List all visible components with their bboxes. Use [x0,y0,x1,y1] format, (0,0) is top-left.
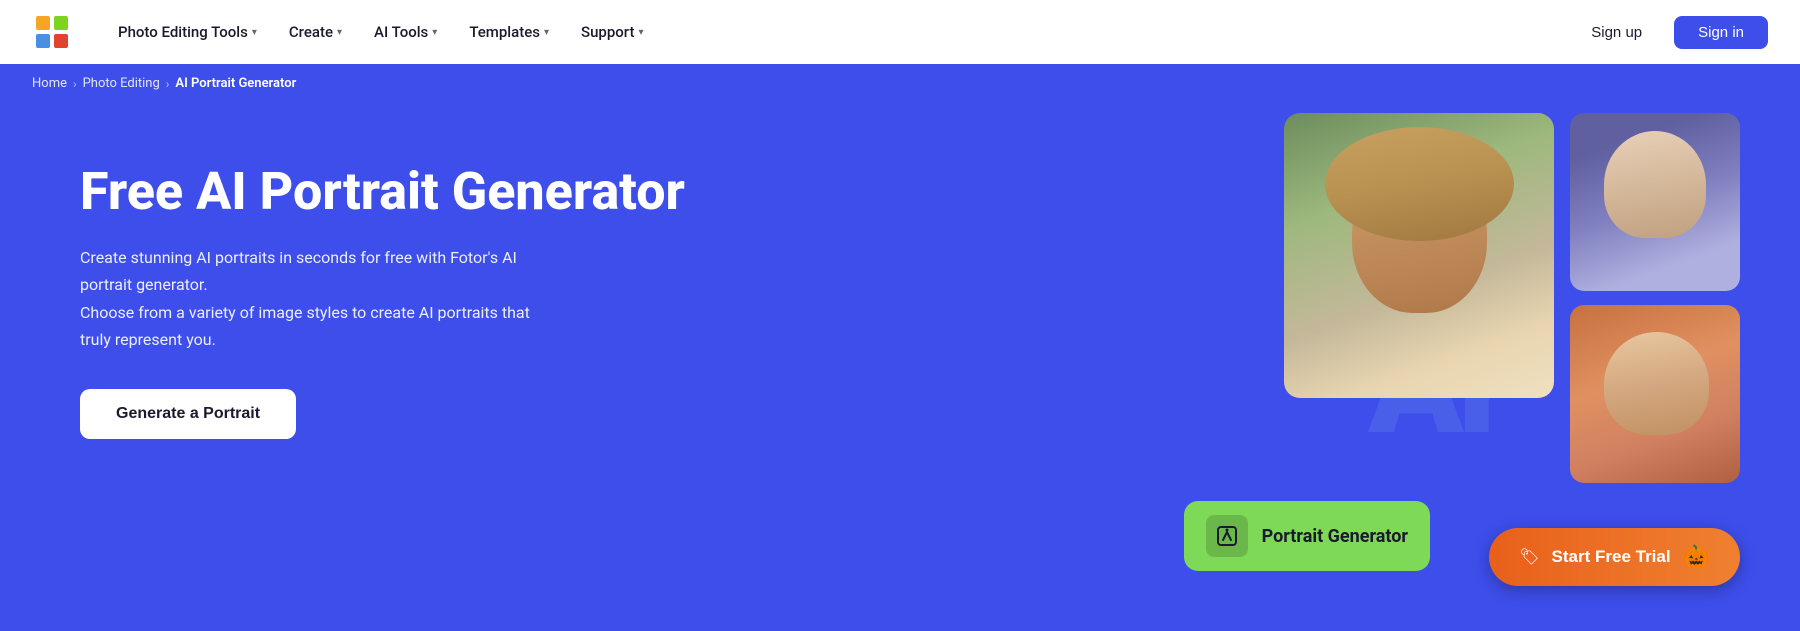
hero-image-main [1284,113,1554,398]
trial-button-emoji: 🎃 [1683,544,1710,570]
chevron-down-icon: ▾ [252,27,257,38]
signup-button[interactable]: Sign up [1571,16,1662,49]
hero-title: Free AI Portrait Generator [80,163,840,220]
hero-image-top-right [1570,113,1740,291]
badge-icon [1206,515,1248,557]
chevron-down-icon: ▾ [544,27,549,38]
nav-support[interactable]: Support ▾ [567,15,658,49]
chevron-down-icon: ▾ [638,27,643,38]
nav-ai-tools[interactable]: AI Tools ▾ [360,15,451,49]
logo[interactable] [32,12,72,52]
fotor-logo-icon [32,12,72,52]
breadcrumb-separator-2: › [166,77,170,91]
breadcrumb-separator: › [73,77,77,91]
hero-image-bottom-right [1570,305,1740,483]
trial-button-label: Start Free Trial [1552,547,1671,567]
nav-items: Photo Editing Tools ▾ Create ▾ AI Tools … [104,15,1563,49]
hero-images-column [1570,113,1740,483]
portrait-icon [1215,524,1239,548]
nav-create[interactable]: Create ▾ [275,15,356,49]
nav-auth-area: Sign up Sign in [1571,16,1768,49]
badge-label: Portrait Generator [1262,526,1408,547]
navbar: Photo Editing Tools ▾ Create ▾ AI Tools … [0,0,1800,64]
nav-templates[interactable]: Templates ▾ [455,15,563,49]
generate-portrait-button[interactable]: Generate a Portrait [80,389,296,439]
breadcrumb-current: AI Portrait Generator [175,76,296,91]
nav-photo-editing-tools[interactable]: Photo Editing Tools ▾ [104,15,271,49]
portrait-generator-badge[interactable]: Portrait Generator [1184,501,1430,571]
start-free-trial-button[interactable]: 🏷 Start Free Trial 🎃 [1489,528,1740,586]
signin-button[interactable]: Sign in [1674,16,1768,49]
breadcrumb-home[interactable]: Home [32,76,67,91]
breadcrumb: Home › Photo Editing › AI Portrait Gener… [0,64,1800,103]
hero-description: Create stunning AI portraits in seconds … [80,244,560,353]
chevron-down-icon: ▾ [337,27,342,38]
tag-icon: 🏷 [1519,547,1539,567]
chevron-down-icon: ▾ [432,27,437,38]
breadcrumb-photo-editing[interactable]: Photo Editing [83,76,160,91]
hero-text-area: Free AI Portrait Generator Create stunni… [80,143,840,439]
hero-images-area [1284,113,1740,483]
